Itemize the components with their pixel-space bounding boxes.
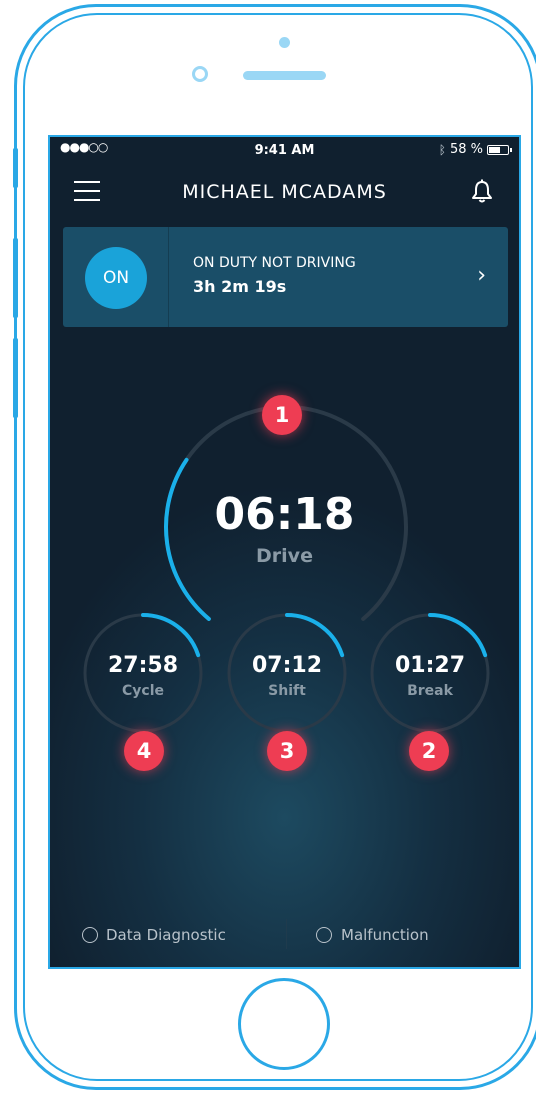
cycle-time-value: 27:58 [107, 653, 179, 678]
cycle-gauge-progress [141, 613, 201, 658]
drive-badge: 1 [262, 395, 302, 435]
break-badge: 2 [409, 731, 449, 771]
break-time-value: 01:27 [394, 653, 466, 678]
diagnostics-footer: Data Diagnostic Malfunction [50, 917, 519, 957]
mute-switch [13, 148, 18, 188]
shift-badge: 3 [267, 731, 307, 771]
data-diagnostic-indicator[interactable] [82, 927, 98, 943]
malfunction-label: Malfunction [341, 926, 429, 944]
home-button[interactable] [238, 978, 330, 1070]
data-diagnostic-label: Data Diagnostic [106, 926, 226, 944]
shift-gauge-progress [285, 613, 345, 658]
footer-divider [286, 919, 287, 949]
malfunction-indicator[interactable] [316, 927, 332, 943]
break-gauge-progress [428, 613, 488, 658]
app-screen: ●●●○○ 9:41 AM ᛒ 58 % MICHAEL MCADAMS ON … [48, 135, 521, 969]
camera-icon [279, 37, 290, 48]
cycle-time-label: Cycle [122, 683, 164, 699]
shift-time-value: 07:12 [251, 653, 323, 678]
volume-down-button [13, 338, 18, 418]
drive-time-label: Drive [256, 545, 313, 567]
drive-time-value: 06:18 [214, 489, 355, 540]
speaker-grille [243, 71, 326, 80]
front-camera-icon [192, 66, 208, 82]
cycle-badge: 4 [124, 731, 164, 771]
volume-up-button [13, 238, 18, 318]
shift-time-label: Shift [268, 683, 306, 699]
break-time-label: Break [407, 683, 453, 699]
